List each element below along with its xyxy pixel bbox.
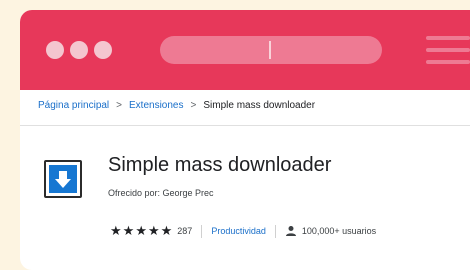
star-icon: ★ bbox=[147, 223, 160, 238]
hamburger-menu-icon[interactable] bbox=[426, 36, 470, 64]
category-link[interactable]: Productividad bbox=[211, 226, 266, 236]
divider bbox=[274, 224, 276, 238]
star-icon: ★ bbox=[135, 223, 147, 238]
text-cursor bbox=[269, 41, 271, 59]
extension-meta: ★ ★ ★ ★ ★ 287 Productividad 100,000+ usu… bbox=[110, 224, 376, 238]
download-arrow-icon bbox=[44, 160, 82, 198]
browser-title-bar bbox=[20, 10, 470, 90]
window-control-dot[interactable] bbox=[94, 41, 112, 59]
breadcrumb-extensions-link[interactable]: Extensiones bbox=[129, 100, 183, 111]
half-star-icon: ★ bbox=[160, 223, 173, 238]
breadcrumb-current: Simple mass downloader bbox=[203, 100, 316, 111]
divider bbox=[201, 224, 203, 238]
offered-by: Ofrecido por: George Prec bbox=[108, 188, 214, 198]
extension-title: Simple mass downloader bbox=[108, 154, 332, 176]
breadcrumb-separator: > bbox=[116, 100, 123, 111]
star-icon: ★ bbox=[122, 223, 135, 238]
user-count: 100,000+ usuarios bbox=[301, 226, 377, 236]
browser-window: Página principal > Extensiones > Simple mass… bbox=[20, 10, 470, 270]
rating-stars[interactable]: ★ ★ ★ ★ ★ bbox=[110, 224, 173, 238]
rating-count[interactable]: 287 bbox=[177, 226, 192, 236]
star-icon: ★ bbox=[110, 223, 122, 238]
divider bbox=[20, 125, 470, 126]
user-icon bbox=[285, 226, 296, 236]
window-control-dot[interactable] bbox=[70, 41, 88, 59]
breadcrumb-home-link[interactable]: Página principal bbox=[38, 100, 109, 111]
breadcrumb-separator: > bbox=[190, 100, 197, 111]
address-bar[interactable] bbox=[160, 36, 382, 64]
window-control-dot[interactable] bbox=[46, 41, 64, 59]
breadcrumb: Página principal > Extensiones > Simple mass… bbox=[38, 100, 315, 111]
